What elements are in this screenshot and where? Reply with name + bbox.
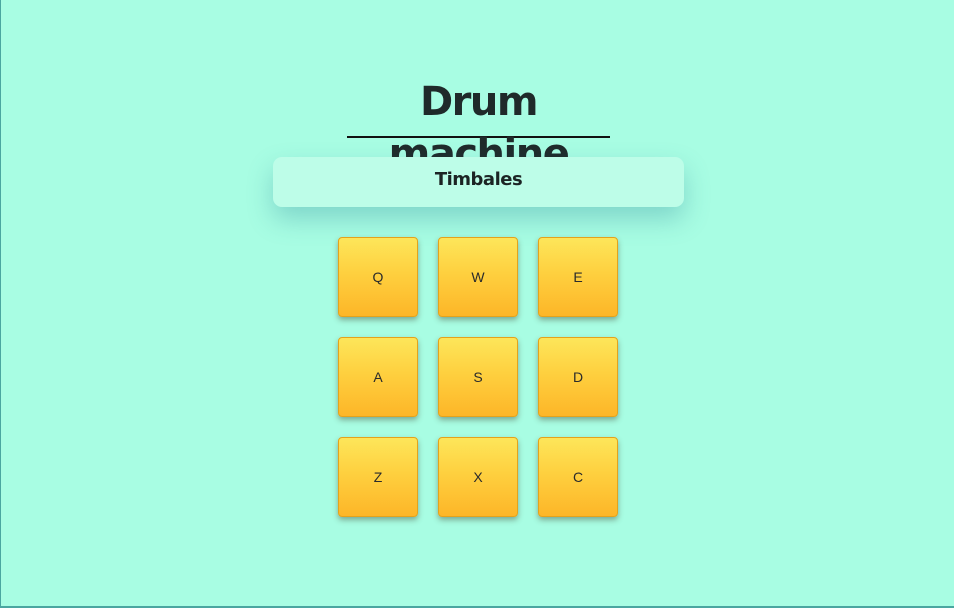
page-title: Drum machine [347, 76, 610, 177]
drum-pad-a[interactable]: A [338, 337, 418, 417]
drum-pad-w[interactable]: W [438, 237, 518, 317]
drum-pad-z[interactable]: Z [338, 437, 418, 517]
drum-pad-x[interactable]: X [438, 437, 518, 517]
drum-pad-s[interactable]: S [438, 337, 518, 417]
sound-display: Timbales [273, 157, 684, 207]
drum-pad-e[interactable]: E [538, 237, 618, 317]
drum-pad-d[interactable]: D [538, 337, 618, 417]
drum-pad-q[interactable]: Q [338, 237, 418, 317]
drum-machine-app: Drum machine Timbales Q W E A S D Z X C [1, 0, 954, 606]
drum-pad-c[interactable]: C [538, 437, 618, 517]
drum-pad-grid: Q W E A S D Z X C [338, 237, 618, 517]
